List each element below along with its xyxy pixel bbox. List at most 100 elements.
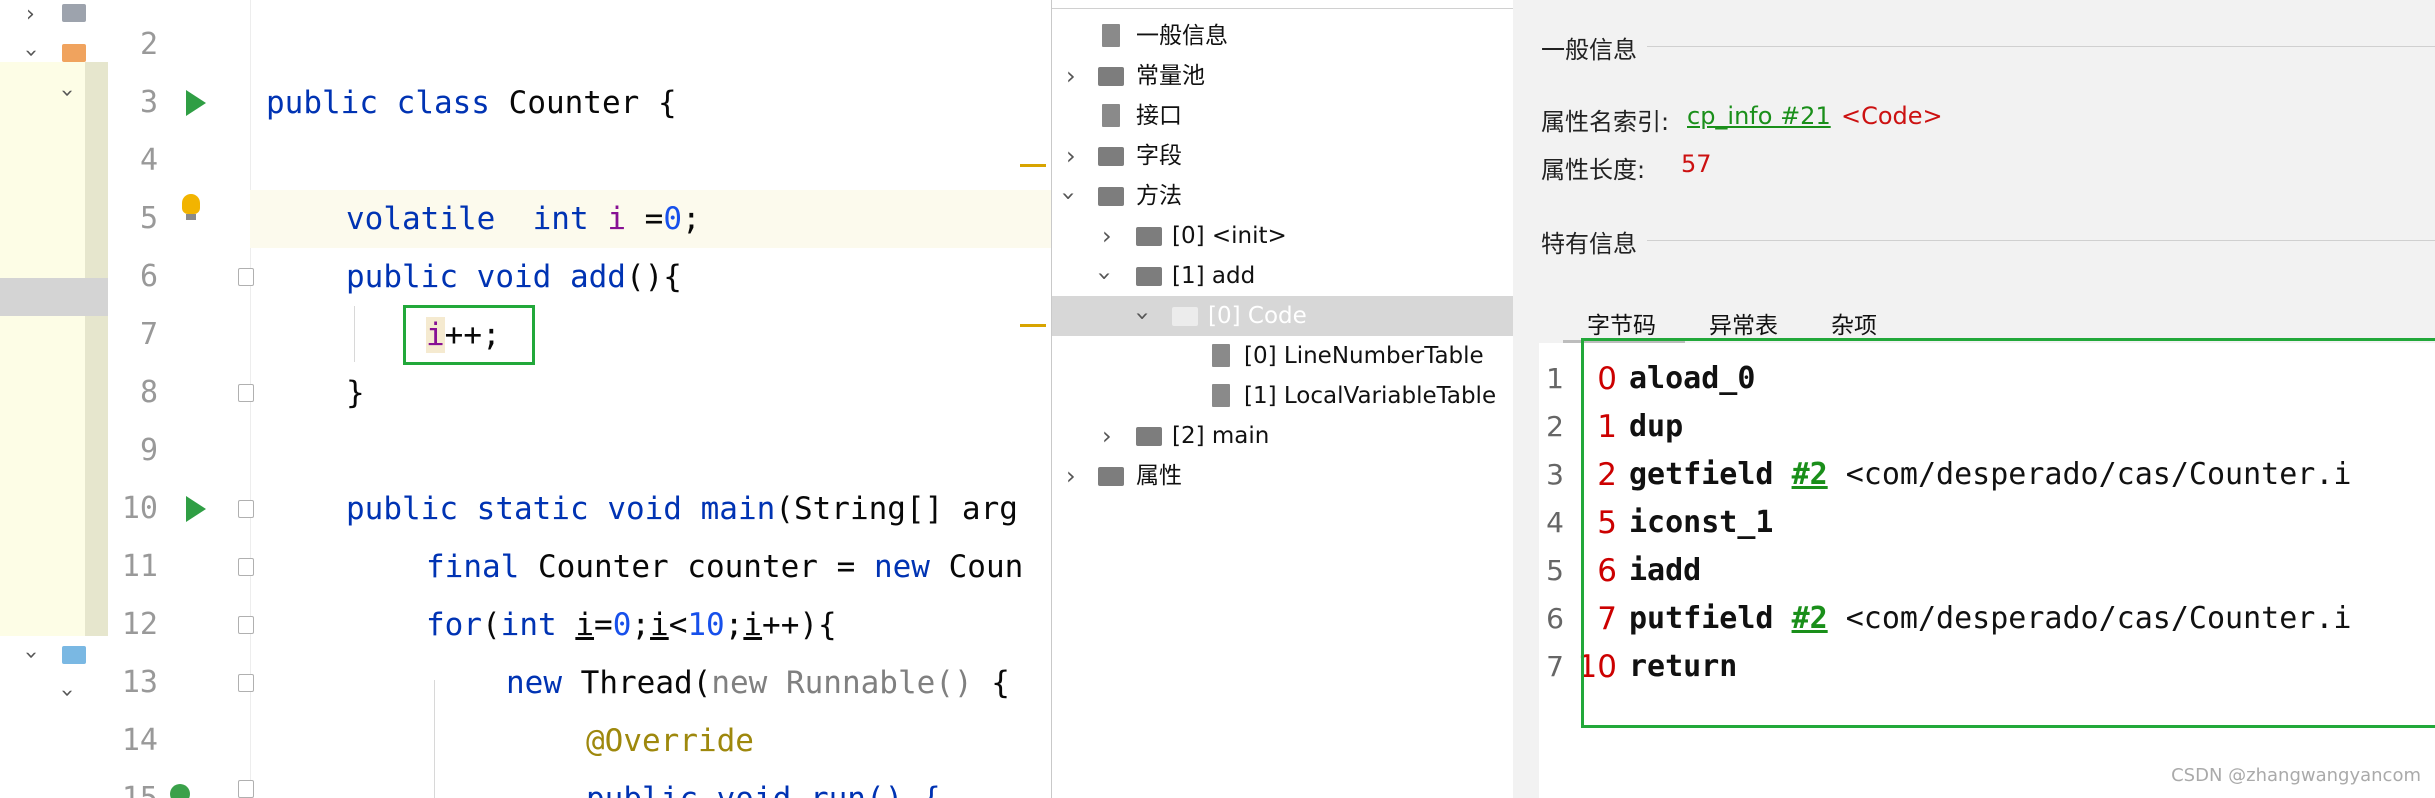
line-number: 12 [121, 607, 158, 642]
chevron-down-icon[interactable]: › [1049, 191, 1089, 201]
folder-icon [1098, 147, 1124, 166]
code-text: Thread( [580, 665, 712, 701]
code-text: new Runnable() [711, 665, 973, 701]
folder-icon [1098, 467, 1124, 486]
method-name: main [700, 491, 776, 527]
keyword: class [396, 85, 490, 121]
line-number: 11 [121, 549, 158, 584]
indent-guide [354, 306, 355, 362]
tree-top-border [1052, 0, 1514, 9]
tree-item-method-init[interactable]: › [0] <init> [1052, 216, 1514, 256]
bytecode-line-number: 1 [1546, 362, 1564, 395]
project-selected-row[interactable] [0, 278, 108, 316]
line-number: 10 [121, 491, 158, 526]
code-line-14[interactable]: @Override [586, 712, 754, 770]
lightbulb-icon[interactable] [182, 194, 200, 214]
fold-icon[interactable] [238, 558, 254, 576]
length-label: 属性长度: [1541, 156, 1646, 184]
chevron-down-icon[interactable]: › [18, 49, 43, 58]
tree-item-fields[interactable]: › 字段 [1052, 136, 1514, 176]
file-icon [1102, 104, 1120, 127]
code-line-10[interactable]: public static void main(String[] arg [346, 480, 1018, 538]
fold-icon[interactable] [238, 674, 254, 692]
keyword: void [476, 259, 552, 295]
implements-icon[interactable] [170, 784, 190, 798]
tree-item-code-selected[interactable]: › [0] Code [1052, 296, 1514, 336]
code-line-11[interactable]: final Counter counter = new Coun [426, 538, 1023, 596]
bytecode-line-number: 5 [1546, 554, 1564, 587]
tree-item-local-variable-table[interactable]: [1] LocalVariableTable [1052, 376, 1514, 416]
chevron-right-icon[interactable]: › [1066, 456, 1076, 496]
keyword: public [346, 491, 458, 527]
file-icon [1212, 344, 1230, 367]
tree-item-constant-pool[interactable]: › 常量池 [1052, 56, 1514, 96]
chevron-right-icon[interactable]: › [1066, 136, 1076, 176]
project-stripe [85, 62, 108, 636]
fold-icon[interactable] [238, 500, 254, 518]
bytecode-line-number: 3 [1546, 458, 1564, 491]
tab-exception-table[interactable]: 异常表 [1709, 306, 1778, 340]
class-name: Counter [508, 85, 640, 121]
tree-item-label: 属性 [1136, 463, 1182, 489]
folder-icon [1136, 267, 1162, 286]
chevron-right-icon[interactable]: › [1102, 216, 1112, 256]
watermark: CSDN @zhangwangyancom [2171, 765, 2421, 786]
tree-item-methods[interactable]: › 方法 [1052, 176, 1514, 216]
line-number: 6 [139, 259, 158, 294]
folder-icon [1098, 67, 1124, 86]
chevron-down-icon[interactable]: › [54, 89, 79, 98]
keyword: final [426, 549, 520, 585]
chevron-down-icon[interactable]: › [54, 689, 79, 698]
fold-icon[interactable] [238, 384, 254, 402]
cp-info-link[interactable]: cp_info #21 [1687, 102, 1831, 130]
fold-icon[interactable] [238, 268, 254, 286]
line-number: 5 [139, 201, 158, 236]
operator: = [594, 607, 613, 643]
code-line-12[interactable]: for(int i=0;i<10;i++){ [426, 596, 837, 654]
tree-item-label: 一般信息 [1136, 23, 1228, 49]
tree-item-interfaces[interactable]: 接口 [1052, 96, 1514, 136]
run-icon[interactable] [186, 496, 206, 522]
section-title-specific: 特有信息 [1541, 230, 1637, 258]
tree-item-attributes[interactable]: › 属性 [1052, 456, 1514, 496]
code-line-3[interactable]: public class Counter { [266, 74, 677, 132]
code-line-8[interactable]: } [346, 364, 365, 422]
number: 0 [612, 607, 632, 643]
code-line-13[interactable]: new Thread(new Runnable() { [506, 654, 1010, 712]
code-text: (){ [625, 259, 682, 295]
tree-item-label: [0] <init> [1172, 223, 1287, 249]
chevron-right-icon[interactable]: › [1102, 416, 1112, 456]
chevron-down-icon[interactable]: › [1123, 311, 1163, 321]
code-line-6[interactable]: public void add(){ [346, 248, 682, 306]
tree-item-general-info[interactable]: 一般信息 [1052, 16, 1514, 56]
variable: i [650, 607, 669, 643]
folder-icon [1098, 187, 1124, 206]
fold-icon[interactable] [238, 780, 254, 798]
line-number: 9 [139, 433, 158, 468]
semicolon: ; [631, 607, 651, 643]
keyword: public [266, 85, 378, 121]
chevron-right-icon[interactable]: › [1066, 56, 1076, 96]
code-line-5[interactable]: volatile int i =0; [346, 190, 701, 248]
code-editor[interactable]: 2 3 4 5 6 7 8 9 10 11 12 13 14 15 public… [108, 0, 1051, 798]
keyword: int [532, 201, 589, 237]
tree-item-method-add[interactable]: › [1] add [1052, 256, 1514, 296]
tree-item-line-number-table[interactable]: [0] LineNumberTable [1052, 336, 1514, 376]
bytecode-line-number: 6 [1546, 602, 1564, 635]
keyword: public [346, 259, 458, 295]
class-structure-tree[interactable]: 一般信息 › 常量池 接口 › 字段 › 方法 › [0] <init> › [… [1051, 0, 1514, 798]
keyword: new [873, 549, 930, 585]
tree-item-method-main[interactable]: › [2] main [1052, 416, 1514, 456]
run-icon[interactable] [186, 90, 206, 116]
chevron-down-icon[interactable]: › [18, 651, 43, 660]
code-line-15[interactable]: public void run() { [586, 770, 941, 798]
tree-item-label: 字段 [1136, 143, 1182, 169]
line-number: 15 [108, 770, 158, 798]
chevron-down-icon[interactable]: › [1085, 271, 1125, 281]
tab-bytecode[interactable]: 字节码 [1587, 306, 1656, 340]
tab-misc[interactable]: 杂项 [1831, 306, 1877, 340]
folder-icon [62, 4, 86, 22]
chevron-right-icon[interactable]: › [26, 4, 35, 26]
fold-icon[interactable] [238, 616, 254, 634]
divider [1647, 240, 2435, 241]
